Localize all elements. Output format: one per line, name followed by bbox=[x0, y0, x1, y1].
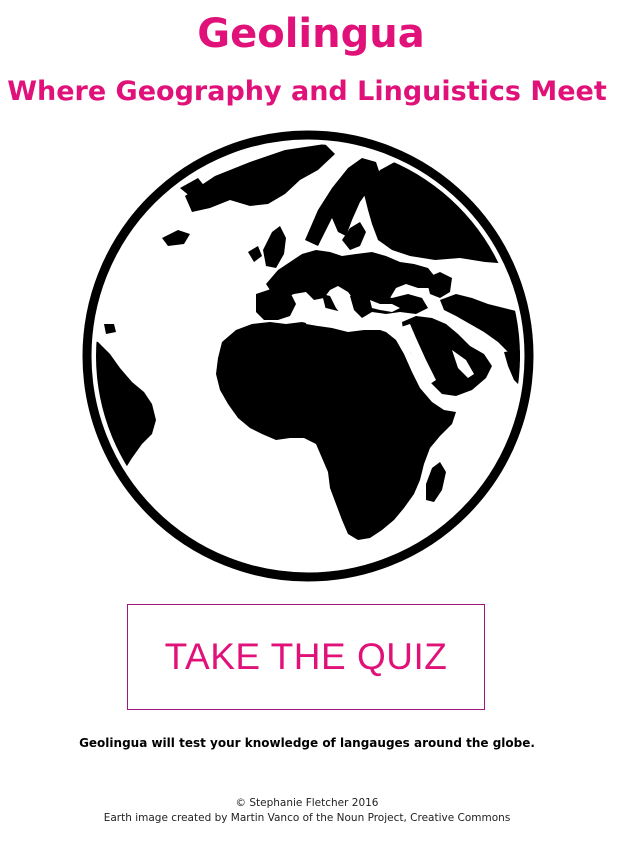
globe-icon bbox=[82, 130, 534, 582]
tagline: Geolingua will test your knowledge of la… bbox=[79, 736, 535, 750]
site-title: Geolingua bbox=[197, 11, 425, 57]
site-subtitle: Where Geography and Linguistics Meet bbox=[7, 76, 607, 107]
footer: © Stephanie Fletcher 2016 Earth image cr… bbox=[0, 796, 614, 826]
landing-page: Geolingua Where Geography and Linguistic… bbox=[0, 0, 622, 863]
take-quiz-button[interactable]: TAKE THE QUIZ bbox=[127, 604, 485, 710]
globe-image bbox=[80, 128, 536, 584]
copyright-text: © Stephanie Fletcher 2016 bbox=[235, 797, 379, 809]
image-credit-text: Earth image created by Martin Vanco of t… bbox=[103, 812, 511, 824]
